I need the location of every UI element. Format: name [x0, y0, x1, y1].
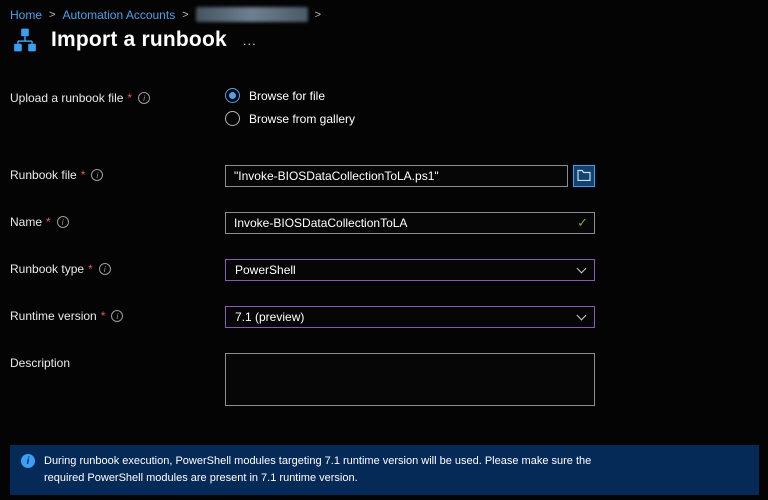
runbook-file-row: Runbook file * i — [10, 165, 595, 187]
upload-runbook-file-label: Upload a runbook file * i — [10, 88, 225, 105]
breadcrumb: Home > Automation Accounts > > — [10, 7, 321, 22]
runtime-version-dropdown[interactable]: 7.1 (preview) — [225, 306, 595, 328]
page-header: Import a runbook ... — [12, 27, 257, 53]
info-icon: i — [21, 454, 35, 468]
more-options-button[interactable]: ... — [243, 33, 257, 48]
upload-option-group: Browse for file Browse from gallery — [225, 88, 595, 134]
chevron-down-icon — [576, 310, 587, 320]
field-label-text: Runbook type — [10, 262, 85, 276]
chevron-down-icon — [576, 263, 587, 273]
info-icon[interactable]: i — [91, 169, 104, 181]
info-icon[interactable]: i — [56, 216, 69, 228]
radio-unselected-icon — [225, 111, 240, 126]
runbook-type-dropdown[interactable]: PowerShell — [225, 259, 595, 281]
required-marker: * — [100, 309, 106, 323]
upload-runbook-file-row: Upload a runbook file * i Browse for fil… — [10, 88, 595, 134]
breadcrumb-item-redacted[interactable] — [195, 7, 308, 22]
runbook-file-field — [225, 165, 595, 187]
required-marker: * — [80, 168, 86, 182]
banner-message: During runbook execution, PowerShell mod… — [44, 455, 592, 484]
radio-selected-icon — [225, 88, 240, 103]
runbook-file-label: Runbook file * i — [10, 165, 225, 182]
dropdown-selected-value: 7.1 (preview) — [235, 310, 305, 324]
description-label: Description — [10, 353, 225, 370]
page-title: Import a runbook — [51, 28, 227, 51]
field-label-text: Description — [10, 356, 71, 370]
dropdown-selected-value: PowerShell — [235, 263, 296, 277]
import-runbook-form: Upload a runbook file * i Browse for fil… — [10, 88, 595, 436]
name-label: Name * i — [10, 212, 225, 229]
folder-open-icon — [577, 169, 591, 184]
info-icon[interactable]: i — [98, 263, 111, 275]
radio-label: Browse from gallery — [249, 111, 356, 126]
field-label-text: Runtime version — [10, 309, 97, 323]
runtime-info-banner: i During runbook execution, PowerShell m… — [10, 445, 759, 495]
name-input[interactable] — [225, 212, 595, 234]
name-row: Name * i ✓ — [10, 212, 595, 234]
description-row: Description — [10, 353, 595, 411]
info-icon[interactable]: i — [138, 92, 151, 104]
runbook-file-input[interactable] — [225, 165, 568, 187]
radio-browse-for-file[interactable]: Browse for file — [225, 88, 595, 103]
field-label-text: Upload a runbook file — [10, 91, 124, 105]
chevron-right-icon: > — [314, 8, 322, 21]
field-label-text: Name — [10, 215, 43, 229]
breadcrumb-item-home[interactable]: Home — [10, 8, 42, 22]
runtime-version-label: Runtime version * i — [10, 306, 225, 323]
runbook-icon — [12, 27, 38, 53]
field-label-text: Runbook file — [10, 168, 77, 182]
description-textarea[interactable] — [225, 353, 595, 406]
valid-check-icon: ✓ — [577, 215, 588, 230]
chevron-right-icon: > — [49, 8, 56, 21]
radio-label: Browse for file — [249, 88, 326, 103]
breadcrumb-item-automation-accounts[interactable]: Automation Accounts — [62, 8, 175, 22]
required-marker: * — [88, 262, 93, 276]
required-marker: * — [46, 215, 51, 229]
chevron-right-icon: > — [182, 8, 189, 21]
name-field: ✓ — [225, 212, 595, 234]
runbook-type-row: Runbook type * i PowerShell — [10, 259, 595, 281]
required-marker: * — [127, 91, 133, 105]
radio-browse-from-gallery[interactable]: Browse from gallery — [225, 111, 595, 126]
file-browse-button[interactable] — [573, 165, 595, 187]
info-icon[interactable]: i — [111, 310, 124, 322]
runbook-type-label: Runbook type * i — [10, 259, 225, 276]
runtime-version-row: Runtime version * i 7.1 (preview) — [10, 306, 595, 328]
